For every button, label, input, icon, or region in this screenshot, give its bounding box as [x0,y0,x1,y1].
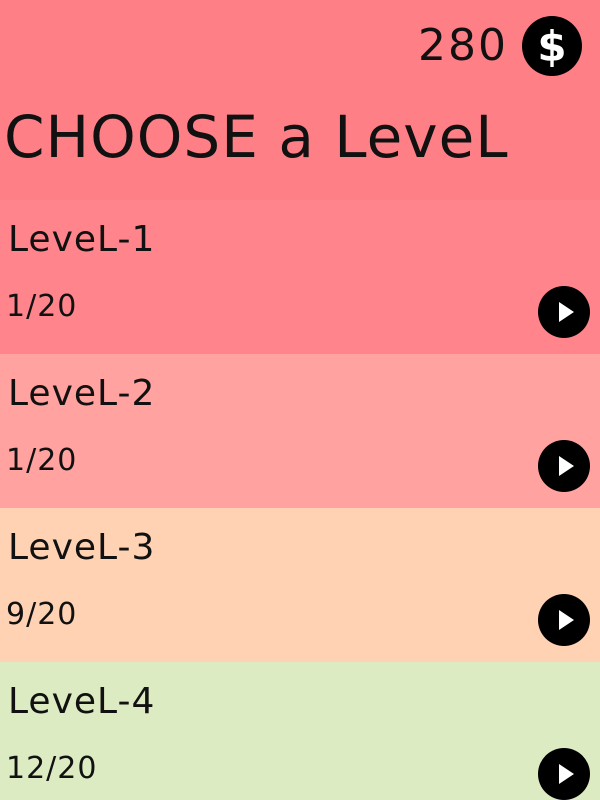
play-icon [558,456,574,476]
level-progress: 9/20 [6,597,78,632]
play-button[interactable] [538,286,590,338]
level-row-1[interactable]: LeveL-1 1/20 [0,200,600,354]
header: 280 $ CHOOSE a LeveL [0,0,600,200]
level-name: LeveL-4 [8,681,156,722]
level-name: LeveL-2 [8,373,156,414]
level-name: LeveL-3 [8,527,156,568]
level-progress: 12/20 [6,751,98,786]
level-name: LeveL-1 [8,219,156,260]
page-title: CHOOSE a LeveL [4,103,509,171]
play-icon [558,764,574,784]
level-row-4[interactable]: LeveL-4 12/20 [0,662,600,800]
coin-count: 280 [418,20,508,71]
level-row-3[interactable]: LeveL-3 9/20 [0,508,600,662]
play-button[interactable] [538,748,590,800]
coin-balance: 280 $ [418,16,582,76]
play-button[interactable] [538,440,590,492]
play-button[interactable] [538,594,590,646]
play-icon [558,610,574,630]
dollar-coin-icon: $ [522,16,582,76]
level-row-2[interactable]: LeveL-2 1/20 [0,354,600,508]
level-select-screen: 280 $ CHOOSE a LeveL LeveL-1 1/20 LeveL-… [0,0,600,800]
level-progress: 1/20 [6,289,78,324]
level-progress: 1/20 [6,443,78,478]
play-icon [558,302,574,322]
